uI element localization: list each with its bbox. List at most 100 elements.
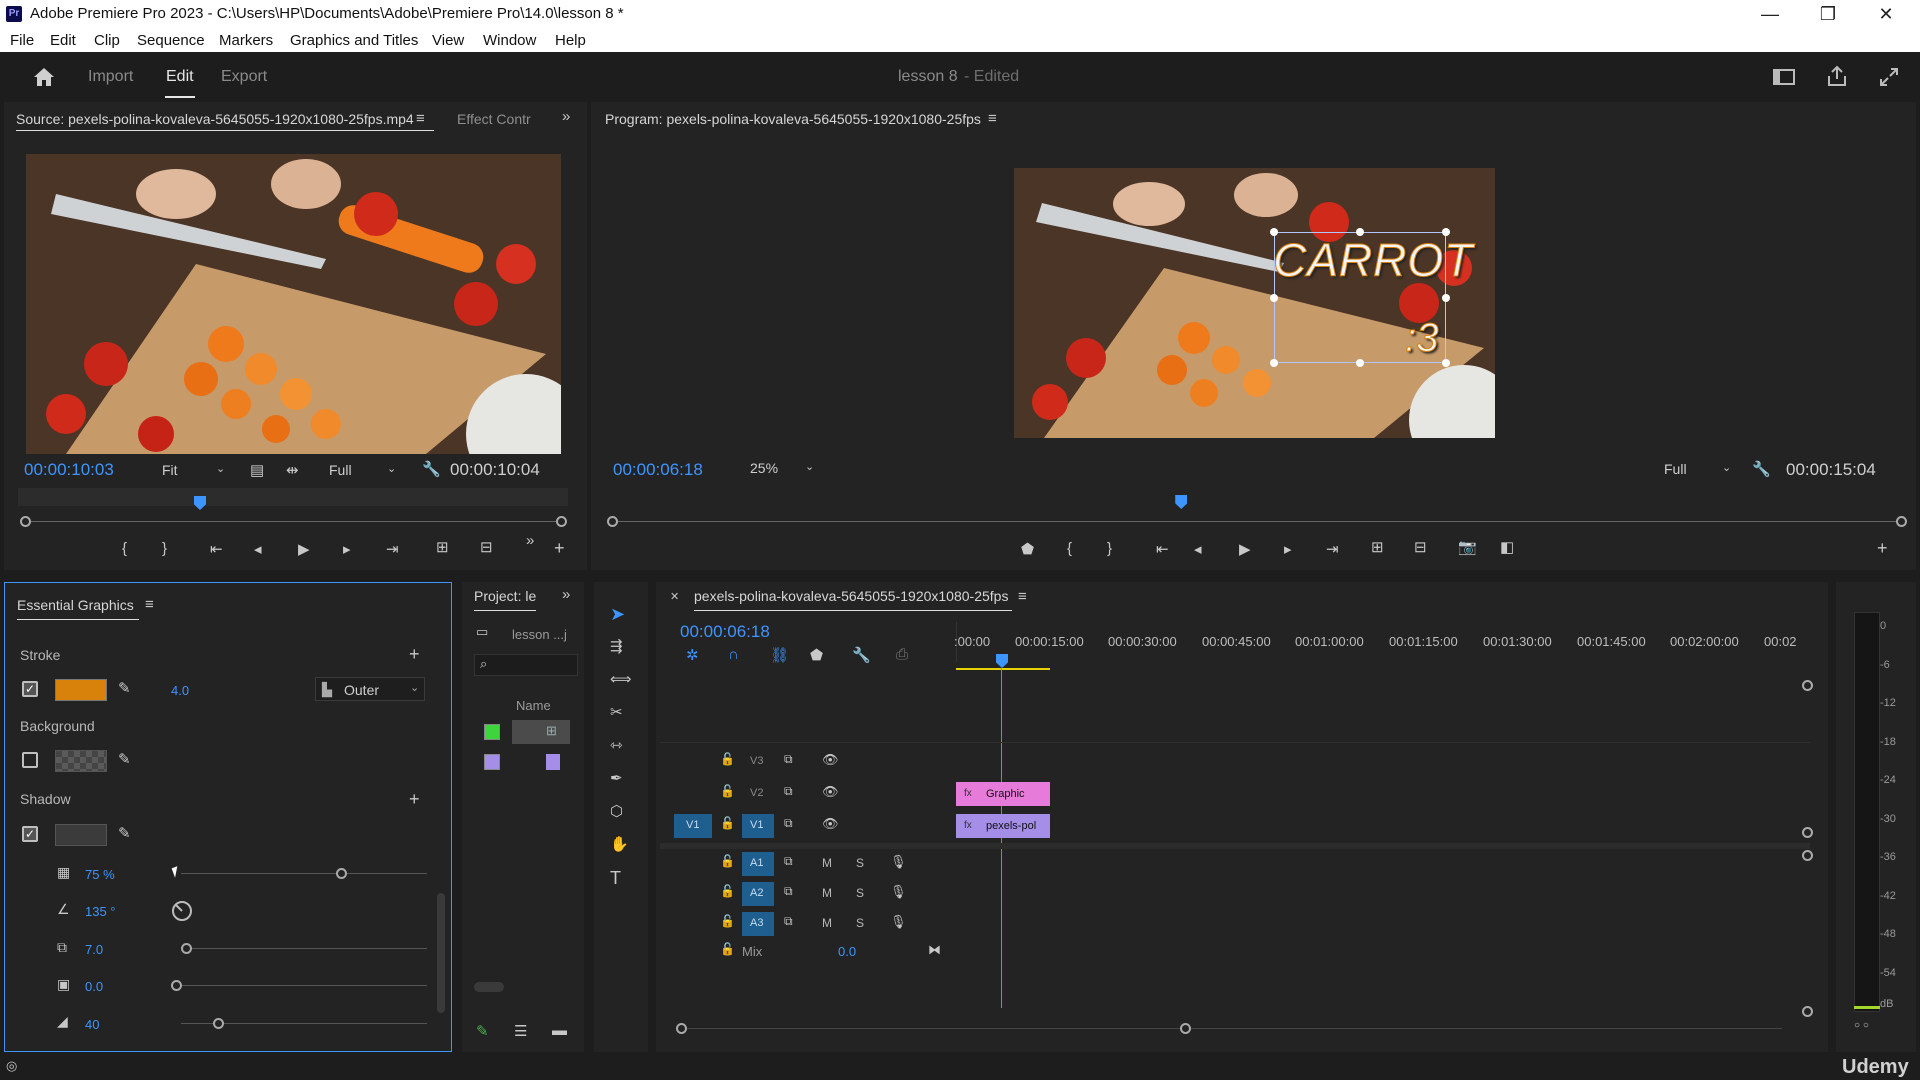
- add-button-icon[interactable]: +: [554, 538, 565, 559]
- source-patch-v1[interactable]: V1: [674, 814, 712, 838]
- shadow-angle-value[interactable]: 135 °: [85, 904, 116, 919]
- a3-solo[interactable]: S: [856, 916, 864, 930]
- project-search-input[interactable]: [474, 654, 578, 676]
- overwrite-icon[interactable]: ⊟: [480, 538, 493, 556]
- slip-tool-icon[interactable]: ⇿: [610, 736, 623, 754]
- shadow-opacity-knob[interactable]: [335, 868, 347, 879]
- add-stroke-icon[interactable]: +: [409, 644, 420, 665]
- share-icon[interactable]: [1826, 65, 1848, 87]
- v2-sync-icon[interactable]: ⧉: [784, 784, 793, 799]
- minimize-button[interactable]: —: [1750, 2, 1790, 26]
- v2-lock-icon[interactable]: 🔓: [720, 784, 735, 798]
- source-menu-icon[interactable]: ≡: [416, 110, 425, 127]
- v3-lock-icon[interactable]: 🔓: [720, 752, 735, 766]
- a1-solo[interactable]: S: [856, 856, 864, 870]
- program-menu-icon[interactable]: ≡: [988, 110, 997, 127]
- program-zoom-start-handle[interactable]: [607, 516, 618, 527]
- program-go-to-out-icon[interactable]: ⇥: [1326, 540, 1339, 558]
- insert-nest-icon[interactable]: ✲: [686, 646, 699, 664]
- effect-controls-tab[interactable]: Effect Contr: [457, 111, 531, 127]
- program-mark-out-icon[interactable]: }: [1107, 540, 1112, 557]
- v2-label[interactable]: V2: [750, 787, 763, 799]
- selection-tool-icon[interactable]: ➤: [610, 604, 625, 625]
- a2-sync-icon[interactable]: ⧉: [784, 884, 793, 899]
- program-step-forward-icon[interactable]: ▸: [1284, 540, 1292, 558]
- stroke-eyedropper-icon[interactable]: ✎: [118, 679, 131, 697]
- menu-markers[interactable]: Markers: [219, 32, 273, 49]
- work-area-bar[interactable]: [956, 668, 1050, 670]
- a2-mute[interactable]: M: [822, 886, 832, 900]
- type-tool-icon[interactable]: T: [610, 868, 621, 889]
- settings-toggle-icon[interactable]: ▤: [250, 461, 264, 479]
- shadow-distance-knob[interactable]: [181, 943, 192, 954]
- status-indicator-icon[interactable]: ◎: [6, 1058, 17, 1074]
- drag-video-icon[interactable]: ⇹: [286, 461, 299, 479]
- program-tab[interactable]: Program: pexels-polina-kovaleva-5645055-…: [605, 111, 981, 127]
- source-fit-dropdown[interactable]: Fit: [162, 462, 178, 478]
- background-eyedropper-icon[interactable]: ✎: [118, 750, 131, 768]
- meter-solo-icon[interactable]: ○ ○: [1854, 1020, 1869, 1031]
- timeline-hscroll[interactable]: [682, 1028, 1782, 1029]
- a2-target[interactable]: A2: [742, 882, 774, 906]
- project-tab[interactable]: Project: le: [474, 588, 536, 604]
- export-frame-camera-icon[interactable]: 📷: [1458, 538, 1477, 556]
- menu-help[interactable]: Help: [555, 32, 586, 49]
- timeline-hscroll-start-handle[interactable]: [676, 1023, 687, 1034]
- program-zoom-bar[interactable]: [613, 521, 1903, 522]
- insert-icon[interactable]: ⊞: [436, 538, 449, 556]
- essential-graphics-menu-icon[interactable]: ≡: [145, 596, 154, 613]
- timeline-timecode[interactable]: 00:00:06:18: [680, 622, 770, 642]
- stroke-type-dropdown[interactable]: ▙ Outer ⌄: [315, 677, 425, 701]
- shadow-size-value[interactable]: 0.0: [85, 979, 103, 994]
- v1-eye-icon[interactable]: 👁: [822, 816, 839, 832]
- a1-mute[interactable]: M: [822, 856, 832, 870]
- a3-sync-icon[interactable]: ⧉: [784, 914, 793, 929]
- transform-handle-tc[interactable]: [1356, 228, 1364, 236]
- a3-target[interactable]: A3: [742, 912, 774, 936]
- clip-item-icon[interactable]: [546, 754, 560, 770]
- a2-solo[interactable]: S: [856, 886, 864, 900]
- close-sequence-icon[interactable]: ✕: [670, 590, 679, 603]
- a3-lock-icon[interactable]: 🔓: [720, 914, 735, 928]
- transform-handle-tr[interactable]: [1442, 228, 1450, 236]
- list-view-icon[interactable]: ☰: [514, 1022, 527, 1040]
- add-marker-icon[interactable]: ⬟: [1021, 540, 1034, 558]
- mix-lock-icon[interactable]: 🔓: [720, 942, 735, 956]
- step-back-icon[interactable]: ◂: [254, 540, 262, 558]
- source-zoom-start-handle[interactable]: [20, 516, 31, 527]
- program-mark-in-icon[interactable]: {: [1067, 540, 1072, 557]
- source-timecode[interactable]: 00:00:10:03: [24, 460, 114, 480]
- program-step-back-icon[interactable]: ◂: [1194, 540, 1202, 558]
- fullscreen-icon[interactable]: [1878, 66, 1900, 88]
- essential-graphics-tab[interactable]: Essential Graphics: [17, 597, 134, 613]
- a1-lock-icon[interactable]: 🔓: [720, 854, 735, 868]
- transform-handle-br[interactable]: [1442, 359, 1450, 367]
- icon-view-icon[interactable]: ▬: [552, 1022, 567, 1039]
- v3-eye-icon[interactable]: 👁: [822, 752, 839, 768]
- sequence-item[interactable]: [512, 720, 570, 744]
- shadow-size-knob[interactable]: [171, 980, 182, 991]
- razor-tool-icon[interactable]: ✂: [610, 703, 623, 721]
- tab-import[interactable]: Import: [88, 68, 133, 86]
- menu-window[interactable]: Window: [483, 32, 536, 49]
- stroke-width-value[interactable]: 4.0: [171, 683, 189, 698]
- extract-icon[interactable]: ⊟: [1414, 538, 1427, 556]
- stroke-checkbox[interactable]: ✓: [22, 681, 38, 697]
- program-zoom-end-handle[interactable]: [1896, 516, 1907, 527]
- mix-panner-icon[interactable]: ⧓: [928, 942, 941, 958]
- comparison-view-icon[interactable]: ◧: [1500, 538, 1514, 556]
- program-quality-dropdown[interactable]: Full: [1664, 461, 1687, 477]
- v3-label[interactable]: V3: [750, 755, 763, 767]
- panel-layout-icon[interactable]: [1773, 68, 1795, 86]
- sequence-menu-icon[interactable]: ≡: [1018, 588, 1027, 605]
- transform-handle-tl[interactable]: [1270, 228, 1278, 236]
- timeline-vscroll-bottom-handle[interactable]: [1802, 1006, 1813, 1017]
- sequence-tab[interactable]: pexels-polina-kovaleva-5645055-1920x1080…: [694, 588, 1008, 604]
- source-wrench-icon[interactable]: 🔧: [422, 460, 441, 478]
- hand-tool-icon[interactable]: ✋: [610, 835, 629, 853]
- v1-target[interactable]: V1: [742, 814, 774, 838]
- program-zoom-dropdown[interactable]: 25%: [750, 460, 778, 476]
- linked-selection-icon[interactable]: ⛓: [770, 646, 789, 664]
- transform-handle-bl[interactable]: [1270, 359, 1278, 367]
- shadow-blur-knob[interactable]: [213, 1018, 224, 1029]
